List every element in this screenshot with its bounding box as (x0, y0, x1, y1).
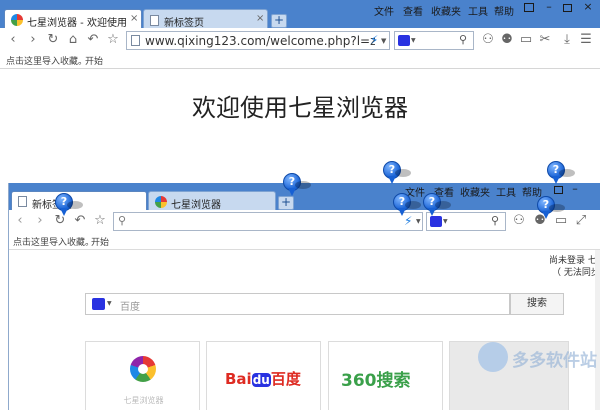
outer-divider (0, 68, 600, 69)
maximize-button[interactable] (563, 4, 572, 12)
inner-divider (9, 249, 600, 250)
login-status-line2: （ 无法同步 (552, 268, 600, 278)
outer-menu-file[interactable]: 文件 (374, 3, 394, 18)
watermark-logo-icon (478, 342, 508, 372)
search-icon: ⚲ (118, 214, 127, 227)
help-bubble-icon: ? (537, 196, 565, 222)
skin-icon[interactable] (554, 186, 563, 194)
outer-search-box[interactable]: ▼ ⚲ (394, 31, 474, 50)
dropdown-icon[interactable]: ▼ (107, 300, 112, 307)
inner-menu-favorites[interactable]: 收藏夹 (460, 184, 490, 199)
back-icon[interactable]: ‹ (13, 213, 27, 229)
outer-tab-welcome-label: 七星浏览器 - 欢迎使用七星 (27, 18, 127, 29)
help-bubble-icon: ? (383, 161, 411, 187)
inner-address-bar[interactable]: ⚲ ⚡ ▼ (113, 212, 423, 231)
outer-menu-view[interactable]: 查看 (403, 3, 423, 18)
favorite-star-icon[interactable]: ☆ (93, 213, 107, 229)
baidu-logo-cn: 百度 (270, 370, 301, 388)
page-title: 欢迎使用七星浏览器 (192, 94, 408, 122)
minimize-button[interactable]: – (541, 0, 557, 13)
home-icon[interactable]: ⌂ (66, 32, 80, 48)
forward-icon[interactable]: › (26, 32, 40, 48)
search-icon[interactable]: ⚲ (459, 33, 467, 46)
outer-address-text[interactable]: www.qixing123.com/welcome.php?l=zh-C (145, 34, 375, 48)
search-icon[interactable]: ⚲ (491, 214, 499, 227)
qixing-logo-icon (155, 196, 167, 208)
qixing-logo-icon (11, 14, 23, 26)
page-icon (150, 15, 159, 26)
help-bubble-icon: ? (283, 173, 311, 199)
outer-bookmarks-start[interactable]: 开始 (85, 54, 103, 67)
fullscreen-icon[interactable]: ⤢ (574, 213, 588, 229)
outer-bookmarks-import[interactable]: 点击这里导入收藏。 (6, 54, 87, 67)
baidu-logo-bai: Bai (225, 370, 252, 388)
qixing-logo-hole (138, 364, 148, 374)
forward-icon[interactable]: › (33, 213, 47, 229)
baidu-search-placeholder: 百度 (120, 302, 140, 313)
help-bubble-icon: ? (423, 193, 451, 219)
page-icon (18, 196, 27, 207)
scissors-icon[interactable]: ✂ (538, 32, 552, 48)
undo-icon[interactable]: ↶ (73, 213, 87, 229)
scrollbar[interactable] (595, 250, 600, 410)
window-icon[interactable]: ▭ (519, 32, 533, 48)
tab-close-icon[interactable]: × (256, 13, 264, 24)
outer-new-tab-button[interactable]: + (271, 14, 287, 28)
dropdown-icon[interactable]: ▼ (443, 218, 448, 225)
help-bubble-icon: ? (55, 193, 83, 219)
baidu-paw-icon[interactable] (92, 298, 105, 310)
baidu-logo: Baidu百度 (225, 368, 301, 389)
outer-tab-newtab[interactable]: 新标签页 × (143, 9, 268, 29)
speed-dial-tile-baidu[interactable]: Baidu百度 (206, 341, 321, 410)
outer-menu-favorites[interactable]: 收藏夹 (431, 3, 461, 18)
lightning-icon[interactable]: ⚡ (370, 33, 378, 47)
close-button[interactable]: × (580, 0, 596, 13)
baidu-search-input[interactable]: ▼ 百度 (85, 293, 510, 315)
user-icon[interactable]: ⚇ (512, 213, 526, 229)
speed-dial-tile-qixing-label: 七星浏览器 (123, 396, 164, 405)
outer-tab-newtab-label: 新标签页 (164, 18, 204, 29)
inner-bookmarks-import[interactable]: 点击这里导入收藏。 (13, 235, 94, 248)
inner-tab-qixing-label: 七星浏览器 (171, 200, 221, 211)
watermark-text: 多多软件站 (512, 351, 597, 371)
outer-menu-tools[interactable]: 工具 (468, 3, 488, 18)
favorite-star-icon[interactable]: ☆ (106, 32, 120, 48)
download-icon[interactable]: ⤓ (560, 32, 574, 48)
inner-bookmarks-start[interactable]: 开始 (91, 235, 109, 248)
dropdown-icon[interactable]: ▼ (411, 37, 416, 44)
baidu-logo-du: du (251, 373, 271, 387)
speed-dial-tile-qixing[interactable]: 七星浏览器 (85, 341, 200, 410)
menu-icon[interactable]: ☰ (579, 32, 593, 48)
inner-minimize-button[interactable]: – (567, 183, 583, 195)
dropdown-icon[interactable]: ▼ (381, 37, 386, 45)
outer-menu-help[interactable]: 帮助 (494, 3, 514, 18)
skin-icon[interactable] (524, 3, 534, 12)
refresh-icon[interactable]: ↻ (46, 32, 60, 48)
watermark: 多多软件站 (478, 340, 598, 380)
inner-tab-qixing[interactable]: 七星浏览器 (148, 191, 276, 211)
dropdown-icon[interactable]: ▼ (416, 218, 421, 225)
baidu-search-button[interactable]: 搜索 (510, 293, 564, 315)
help-bubble-icon: ? (393, 193, 421, 219)
user-icon[interactable]: ⚇ (481, 32, 495, 48)
outer-address-bar[interactable]: www.qixing123.com/welcome.php?l=zh-C ⚡ ▼ (126, 31, 390, 50)
tab-close-icon[interactable]: × (130, 13, 138, 24)
360-search-logo: 360搜索 (341, 371, 411, 391)
undo-icon[interactable]: ↶ (86, 32, 100, 48)
back-icon[interactable]: ‹ (6, 32, 20, 48)
help-bubble-icon: ? (547, 161, 575, 187)
baidu-paw-icon[interactable] (398, 35, 410, 46)
speed-dial-tile-360[interactable]: 360搜索 (328, 341, 443, 410)
outer-tab-welcome[interactable]: 七星浏览器 - 欢迎使用七星 × (4, 9, 142, 29)
page-icon (131, 35, 140, 46)
users-icon[interactable]: ⚉ (500, 32, 514, 48)
inner-menu-tools[interactable]: 工具 (496, 184, 516, 199)
